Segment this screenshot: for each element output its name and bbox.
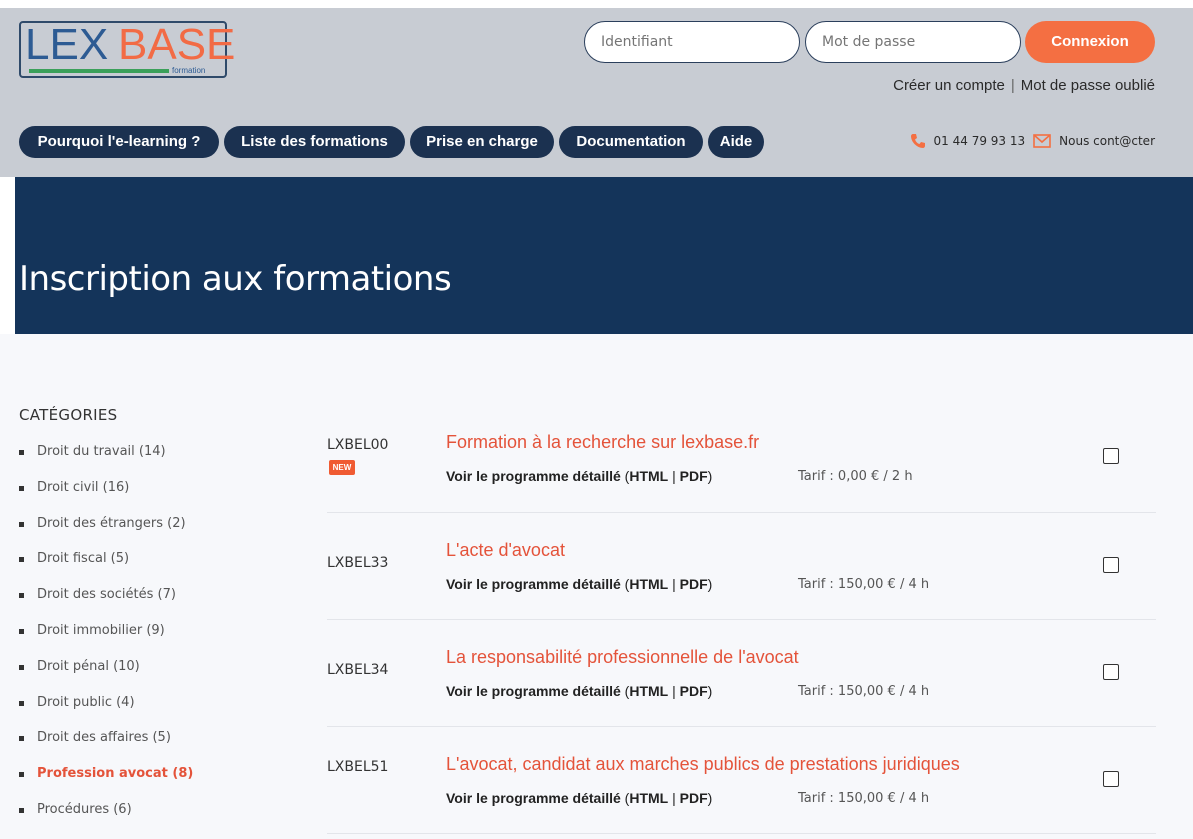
account-separator: | [1010, 77, 1015, 94]
program-pipe: | [668, 576, 680, 592]
program-pdf-link[interactable]: PDF [680, 683, 708, 699]
password-input[interactable] [805, 21, 1021, 63]
course-row: LXBEL00 NEW Formation à la recherche sur… [327, 406, 1156, 513]
program-pdf-link[interactable]: PDF [680, 790, 708, 806]
categories-title: CATÉGORIES [19, 406, 118, 424]
program-label[interactable]: Voir le programme détaillé [446, 468, 621, 484]
login-button[interactable]: Connexion [1025, 21, 1155, 63]
category-item[interactable]: Droit des affaires (5) [19, 730, 193, 766]
lexbase-logo[interactable]: LEX BASE formation [19, 20, 235, 78]
category-item[interactable]: Droit immobilier (9) [19, 623, 193, 659]
program-label[interactable]: Voir le programme détaillé [446, 790, 621, 806]
course-code: LXBEL33 [327, 555, 389, 571]
program-pipe: | [668, 683, 680, 699]
mail-icon [1033, 134, 1051, 148]
course-title[interactable]: Formation à la recherche sur lexbase.fr [446, 432, 759, 453]
course-title[interactable]: L'acte d'avocat [446, 540, 565, 561]
username-input[interactable] [584, 21, 800, 63]
logo-sub: formation [172, 66, 206, 75]
nav-prise-en-charge[interactable]: Prise en charge [410, 126, 554, 158]
category-item[interactable]: Droit des sociétés (7) [19, 587, 193, 623]
program-label[interactable]: Voir le programme détaillé [446, 576, 621, 592]
logo-underline [29, 69, 169, 73]
course-title[interactable]: L'avocat, candidat aux marches publics d… [446, 754, 960, 775]
main-content: CATÉGORIES Droit du travail (14) Droit c… [0, 334, 1193, 839]
program-paren-close: ) [707, 683, 713, 699]
program-html-link[interactable]: HTML [629, 468, 668, 484]
program-pdf-link[interactable]: PDF [680, 576, 708, 592]
course-program: Voir le programme détaillé (HTML | PDF) [446, 790, 712, 806]
category-item[interactable]: Droit civil (16) [19, 480, 193, 516]
program-paren-close: ) [707, 468, 713, 484]
create-account-link[interactable]: Créer un compte [893, 77, 1005, 94]
category-item[interactable]: Droit public (4) [19, 695, 193, 731]
course-code: LXBEL00 [327, 437, 389, 453]
page-banner: Inscription aux formations [15, 177, 1193, 334]
course-tarif: Tarif : 150,00 € / 4 h [798, 577, 930, 592]
program-pipe: | [668, 468, 680, 484]
category-item[interactable]: Droit des étrangers (2) [19, 516, 193, 552]
phone-number[interactable]: 01 44 79 93 13 [934, 134, 1026, 148]
course-checkbox[interactable] [1103, 557, 1119, 573]
program-paren-close: ) [707, 576, 713, 592]
course-title[interactable]: La responsabilité professionnelle de l'a… [446, 647, 799, 668]
nav-aide[interactable]: Aide [708, 126, 764, 158]
course-row: LXBEL33 L'acte d'avocat Voir le programm… [327, 513, 1156, 620]
course-code: LXBEL34 [327, 662, 389, 678]
program-html-link[interactable]: HTML [629, 576, 668, 592]
course-checkbox[interactable] [1103, 448, 1119, 464]
course-program: Voir le programme détaillé (HTML | PDF) [446, 468, 712, 484]
category-item[interactable]: Procédures (6) [19, 802, 193, 838]
category-item[interactable]: Droit fiscal (5) [19, 551, 193, 587]
course-tarif: Tarif : 0,00 € / 2 h [798, 469, 913, 484]
new-badge: NEW [329, 460, 355, 475]
logo-lex: LEX [25, 20, 109, 69]
phone-icon [910, 133, 926, 149]
course-checkbox[interactable] [1103, 771, 1119, 787]
nav-formations-list[interactable]: Liste des formations [224, 126, 405, 158]
nav-why-elearning[interactable]: Pourquoi l'e-learning ? [19, 126, 219, 158]
program-html-link[interactable]: HTML [629, 683, 668, 699]
forgot-password-link[interactable]: Mot de passe oublié [1021, 77, 1155, 94]
categories-list: Droit du travail (14) Droit civil (16) D… [19, 444, 193, 838]
site-header: LEX BASE formation Connexion Créer un co… [0, 8, 1193, 177]
page-title: Inscription aux formations [19, 259, 452, 299]
course-row: LXBEL51 L'avocat, candidat aux marches p… [327, 727, 1156, 834]
category-item[interactable]: Droit pénal (10) [19, 659, 193, 695]
account-links: Créer un compte | Mot de passe oublié [893, 77, 1155, 94]
program-pdf-link[interactable]: PDF [680, 468, 708, 484]
program-pipe: | [668, 790, 680, 806]
contact-link[interactable]: Nous cont@cter [1059, 134, 1155, 148]
course-tarif: Tarif : 150,00 € / 4 h [798, 684, 930, 699]
contact-bar: 01 44 79 93 13 Nous cont@cter [910, 133, 1155, 149]
logo-base: BASE [118, 20, 236, 69]
course-code: LXBEL51 [327, 759, 389, 775]
category-item-active[interactable]: Profession avocat (8) [19, 766, 193, 802]
program-label[interactable]: Voir le programme détaillé [446, 683, 621, 699]
course-program: Voir le programme détaillé (HTML | PDF) [446, 576, 712, 592]
program-html-link[interactable]: HTML [629, 790, 668, 806]
nav-documentation[interactable]: Documentation [559, 126, 703, 158]
course-program: Voir le programme détaillé (HTML | PDF) [446, 683, 712, 699]
program-paren-close: ) [707, 790, 713, 806]
category-item[interactable]: Droit du travail (14) [19, 444, 193, 480]
course-row: LXBEL34 La responsabilité professionnell… [327, 620, 1156, 727]
course-checkbox[interactable] [1103, 664, 1119, 680]
course-tarif: Tarif : 150,00 € / 4 h [798, 791, 930, 806]
